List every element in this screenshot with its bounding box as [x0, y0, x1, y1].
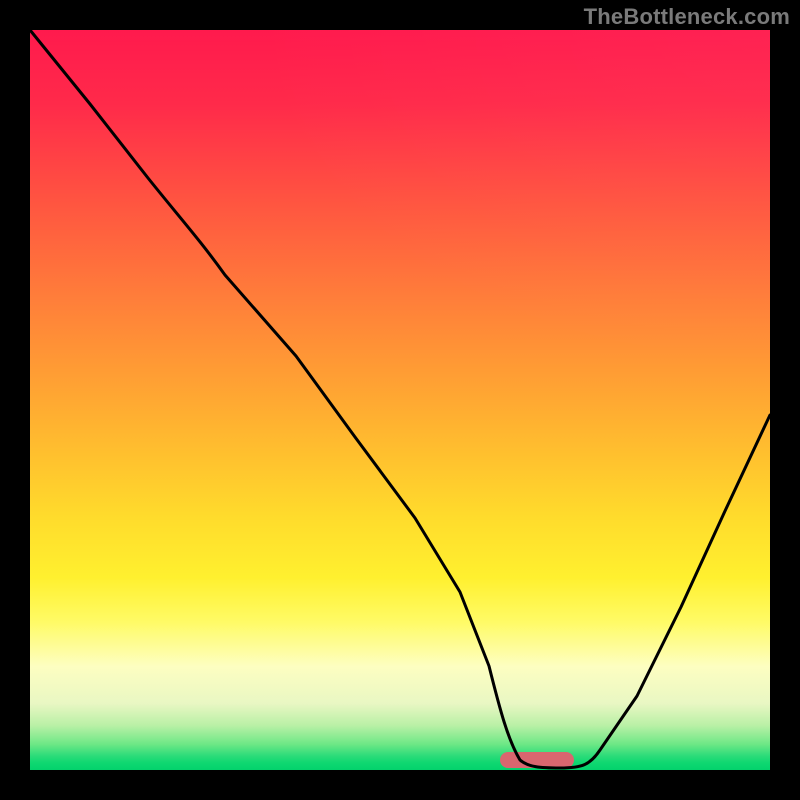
chart-svg-layer: [30, 30, 770, 770]
bottleneck-curve: [30, 30, 770, 768]
chart-frame: TheBottleneck.com: [0, 0, 800, 800]
watermark-text: TheBottleneck.com: [584, 4, 790, 30]
